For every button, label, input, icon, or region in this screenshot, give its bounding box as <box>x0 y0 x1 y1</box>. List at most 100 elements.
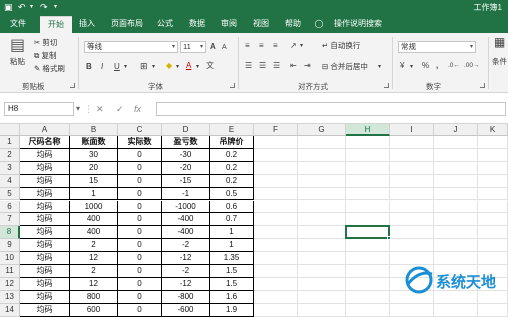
cell-g2[interactable] <box>298 148 346 162</box>
row-header-7[interactable]: 7 <box>0 213 20 227</box>
cell-d1[interactable]: 盈亏数 <box>162 136 210 149</box>
row-header-10[interactable]: 10 <box>0 252 20 265</box>
formula-input[interactable] <box>156 102 506 116</box>
cell-a2[interactable]: 均码 <box>20 148 70 162</box>
chevron-down-icon[interactable]: ▾ <box>300 41 303 51</box>
align-top-icon[interactable]: ≡ <box>245 41 250 51</box>
cell-e10[interactable]: 1.35 <box>210 252 254 265</box>
cell-k9[interactable] <box>478 239 508 253</box>
cell-b10[interactable]: 12 <box>70 252 118 265</box>
cancel-icon[interactable]: ✕ <box>96 102 104 116</box>
cell-d14[interactable]: -600 <box>162 303 210 317</box>
column-header-j[interactable]: J <box>434 124 478 136</box>
row-header-5[interactable]: 5 <box>0 187 20 201</box>
cell-d7[interactable]: -400 <box>162 213 210 227</box>
chevron-down-icon[interactable]: ▾ <box>196 62 199 72</box>
font-size-combo[interactable]: 11 ▾ <box>180 41 206 53</box>
tab-view[interactable]: 视图 <box>248 16 274 33</box>
cell-a4[interactable]: 均码 <box>20 174 70 188</box>
cell-f14[interactable] <box>254 303 298 317</box>
borders-icon[interactable]: ⊞ <box>140 61 148 71</box>
wrap-text-button[interactable]: ↵ 自动换行 <box>322 41 360 51</box>
cell-a6[interactable]: 均码 <box>20 200 70 214</box>
cell-b9[interactable]: 2 <box>70 239 118 253</box>
cell-c7[interactable]: 0 <box>118 213 162 227</box>
shrink-font-icon[interactable]: A <box>222 43 227 53</box>
cell-c1[interactable]: 实际数 <box>118 136 162 149</box>
tab-insert[interactable]: 插入 <box>74 16 100 33</box>
cell-b2[interactable]: 30 <box>70 148 118 162</box>
tab-file[interactable]: 文件 <box>2 16 34 33</box>
cell-a7[interactable]: 均码 <box>20 213 70 227</box>
cell-c3[interactable]: 0 <box>118 161 162 175</box>
cell-f3[interactable] <box>254 161 298 175</box>
chevron-down-icon[interactable]: ▾ <box>176 62 179 72</box>
cell-k1[interactable] <box>478 136 508 149</box>
cell-f5[interactable] <box>254 187 298 201</box>
row-header-13[interactable]: 13 <box>0 290 20 304</box>
cell-h2[interactable] <box>346 148 390 162</box>
cell-f4[interactable] <box>254 174 298 188</box>
number-format-combo[interactable]: 常规 ▾ <box>398 41 476 53</box>
cell-b3[interactable]: 20 <box>70 161 118 175</box>
paste-icon[interactable]: ▤ <box>10 37 25 55</box>
cell-h3[interactable] <box>346 161 390 175</box>
cell-e13[interactable]: 1.6 <box>210 290 254 304</box>
column-header-a[interactable]: A <box>20 124 70 136</box>
chevron-down-icon[interactable]: ▾ <box>410 62 413 72</box>
cell-d3[interactable]: -20 <box>162 161 210 175</box>
cell-h11[interactable] <box>346 265 390 278</box>
column-header-f[interactable]: F <box>254 124 298 136</box>
undo-icon[interactable]: ↶ <box>18 2 26 13</box>
cell-g3[interactable] <box>298 161 346 175</box>
cell-b4[interactable]: 15 <box>70 174 118 188</box>
tab-data[interactable]: 数据 <box>184 16 210 33</box>
cell-d9[interactable]: -2 <box>162 239 210 253</box>
column-header-e[interactable]: E <box>210 124 254 136</box>
align-bottom-icon[interactable]: ≡ <box>273 41 278 51</box>
align-right-icon[interactable]: ☰ <box>273 61 280 71</box>
tab-help[interactable]: 帮助 <box>280 16 306 33</box>
chevron-down-icon[interactable]: ▾ <box>124 62 127 72</box>
cell-a10[interactable]: 均码 <box>20 252 70 265</box>
orientation-icon[interactable]: ↗ <box>290 41 297 51</box>
tab-page-layout[interactable]: 页面布局 <box>106 16 148 33</box>
currency-icon[interactable]: ¥ <box>400 61 404 71</box>
cell-j7[interactable] <box>434 213 478 227</box>
align-left-icon[interactable]: ☰ <box>245 61 252 71</box>
cell-c2[interactable]: 0 <box>118 148 162 162</box>
alignment-dialog-launcher[interactable] <box>384 83 389 88</box>
row-header-1[interactable]: 1 <box>0 136 20 149</box>
cell-e11[interactable]: 1.5 <box>210 265 254 278</box>
cell-j3[interactable] <box>434 161 478 175</box>
align-center-icon[interactable]: ☰ <box>259 61 266 71</box>
cell-a9[interactable]: 均码 <box>20 239 70 253</box>
row-header-9[interactable]: 9 <box>0 239 20 253</box>
cell-e14[interactable]: 1.9 <box>210 303 254 317</box>
name-box[interactable]: H8 <box>4 102 74 116</box>
cell-k6[interactable] <box>478 200 508 214</box>
cell-g10[interactable] <box>298 252 346 265</box>
cell-d2[interactable]: -30 <box>162 148 210 162</box>
chevron-down-icon[interactable]: ▾ <box>152 62 155 72</box>
cell-k3[interactable] <box>478 161 508 175</box>
cell-d8[interactable]: -400 <box>162 226 210 240</box>
cell-f12[interactable] <box>254 277 298 291</box>
row-header-4[interactable]: 4 <box>0 174 20 188</box>
cell-j4[interactable] <box>434 174 478 188</box>
decrease-indent-icon[interactable]: ⇤ <box>290 61 297 71</box>
confirm-icon[interactable]: ✓ <box>116 102 124 116</box>
cell-k5[interactable] <box>478 187 508 201</box>
undo-dropdown-icon[interactable]: ▾ <box>30 2 33 13</box>
cell-h5[interactable] <box>346 187 390 201</box>
cell-g11[interactable] <box>298 265 346 278</box>
cell-c8[interactable]: 0 <box>118 226 162 240</box>
percent-icon[interactable]: % <box>422 61 429 71</box>
cell-g5[interactable] <box>298 187 346 201</box>
cell-c10[interactable]: 0 <box>118 252 162 265</box>
row-header-2[interactable]: 2 <box>0 148 20 162</box>
column-header-g[interactable]: G <box>298 124 346 136</box>
cell-a14[interactable]: 均码 <box>20 303 70 317</box>
decrease-decimal-icon[interactable]: .00→ <box>464 61 480 71</box>
tab-home[interactable]: 开始 <box>40 16 72 33</box>
